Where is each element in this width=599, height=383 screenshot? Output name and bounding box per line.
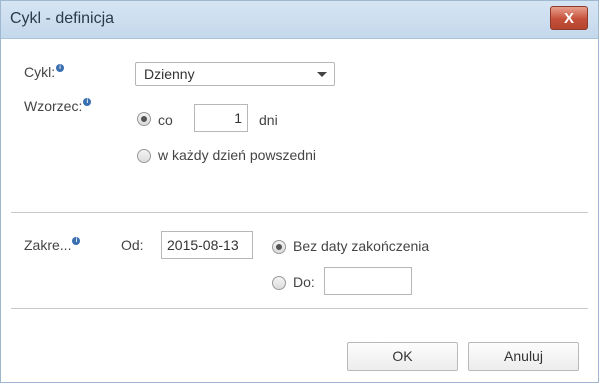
to-date-input[interactable] xyxy=(324,267,412,295)
pattern-weekday-label: w każdy dzień powszedni xyxy=(158,147,316,163)
range-label: Zakre... xyxy=(24,237,72,253)
end-date-radio[interactable] xyxy=(272,276,286,290)
pattern-label: Wzorzec: xyxy=(24,98,83,114)
chevron-down-icon xyxy=(317,72,327,77)
pattern-every-input[interactable]: 1 xyxy=(194,104,248,132)
cycle-select[interactable]: Dzienny xyxy=(135,62,335,86)
title-bar[interactable]: Cykl - definicja X xyxy=(1,1,598,39)
pattern-every-label: co xyxy=(158,112,173,128)
window-title: Cykl - definicja xyxy=(10,10,115,27)
cycle-definition-dialog: Cykl - definicja X Cykl: i Dzienny Wzorze… xyxy=(0,0,599,383)
ok-button[interactable]: OK xyxy=(347,342,458,371)
cancel-button[interactable]: Anuluj xyxy=(468,342,579,371)
cycle-label: Cykl: xyxy=(24,64,56,80)
from-date-input[interactable]: 2015-08-13 xyxy=(161,231,253,259)
from-label: Od: xyxy=(121,237,144,253)
close-icon: X xyxy=(563,9,574,27)
info-icon[interactable]: i xyxy=(56,64,65,72)
pattern-label-group: Wzorzec: i xyxy=(24,98,92,114)
separator xyxy=(11,308,588,309)
separator xyxy=(11,212,588,213)
to-label: Do: xyxy=(293,274,315,290)
no-end-date-radio[interactable] xyxy=(272,240,286,254)
pattern-weekday-radio[interactable] xyxy=(137,149,151,163)
close-button[interactable]: X xyxy=(550,6,588,30)
pattern-every-radio[interactable] xyxy=(137,112,151,126)
info-icon[interactable]: i xyxy=(72,237,81,245)
pattern-days-label: dni xyxy=(259,112,278,128)
info-icon[interactable]: i xyxy=(83,98,92,106)
cycle-select-value: Dzienny xyxy=(144,66,195,82)
cycle-label-group: Cykl: i xyxy=(24,64,65,80)
no-end-date-label: Bez daty zakończenia xyxy=(293,238,430,254)
range-label-group: Zakre... i xyxy=(24,237,81,253)
